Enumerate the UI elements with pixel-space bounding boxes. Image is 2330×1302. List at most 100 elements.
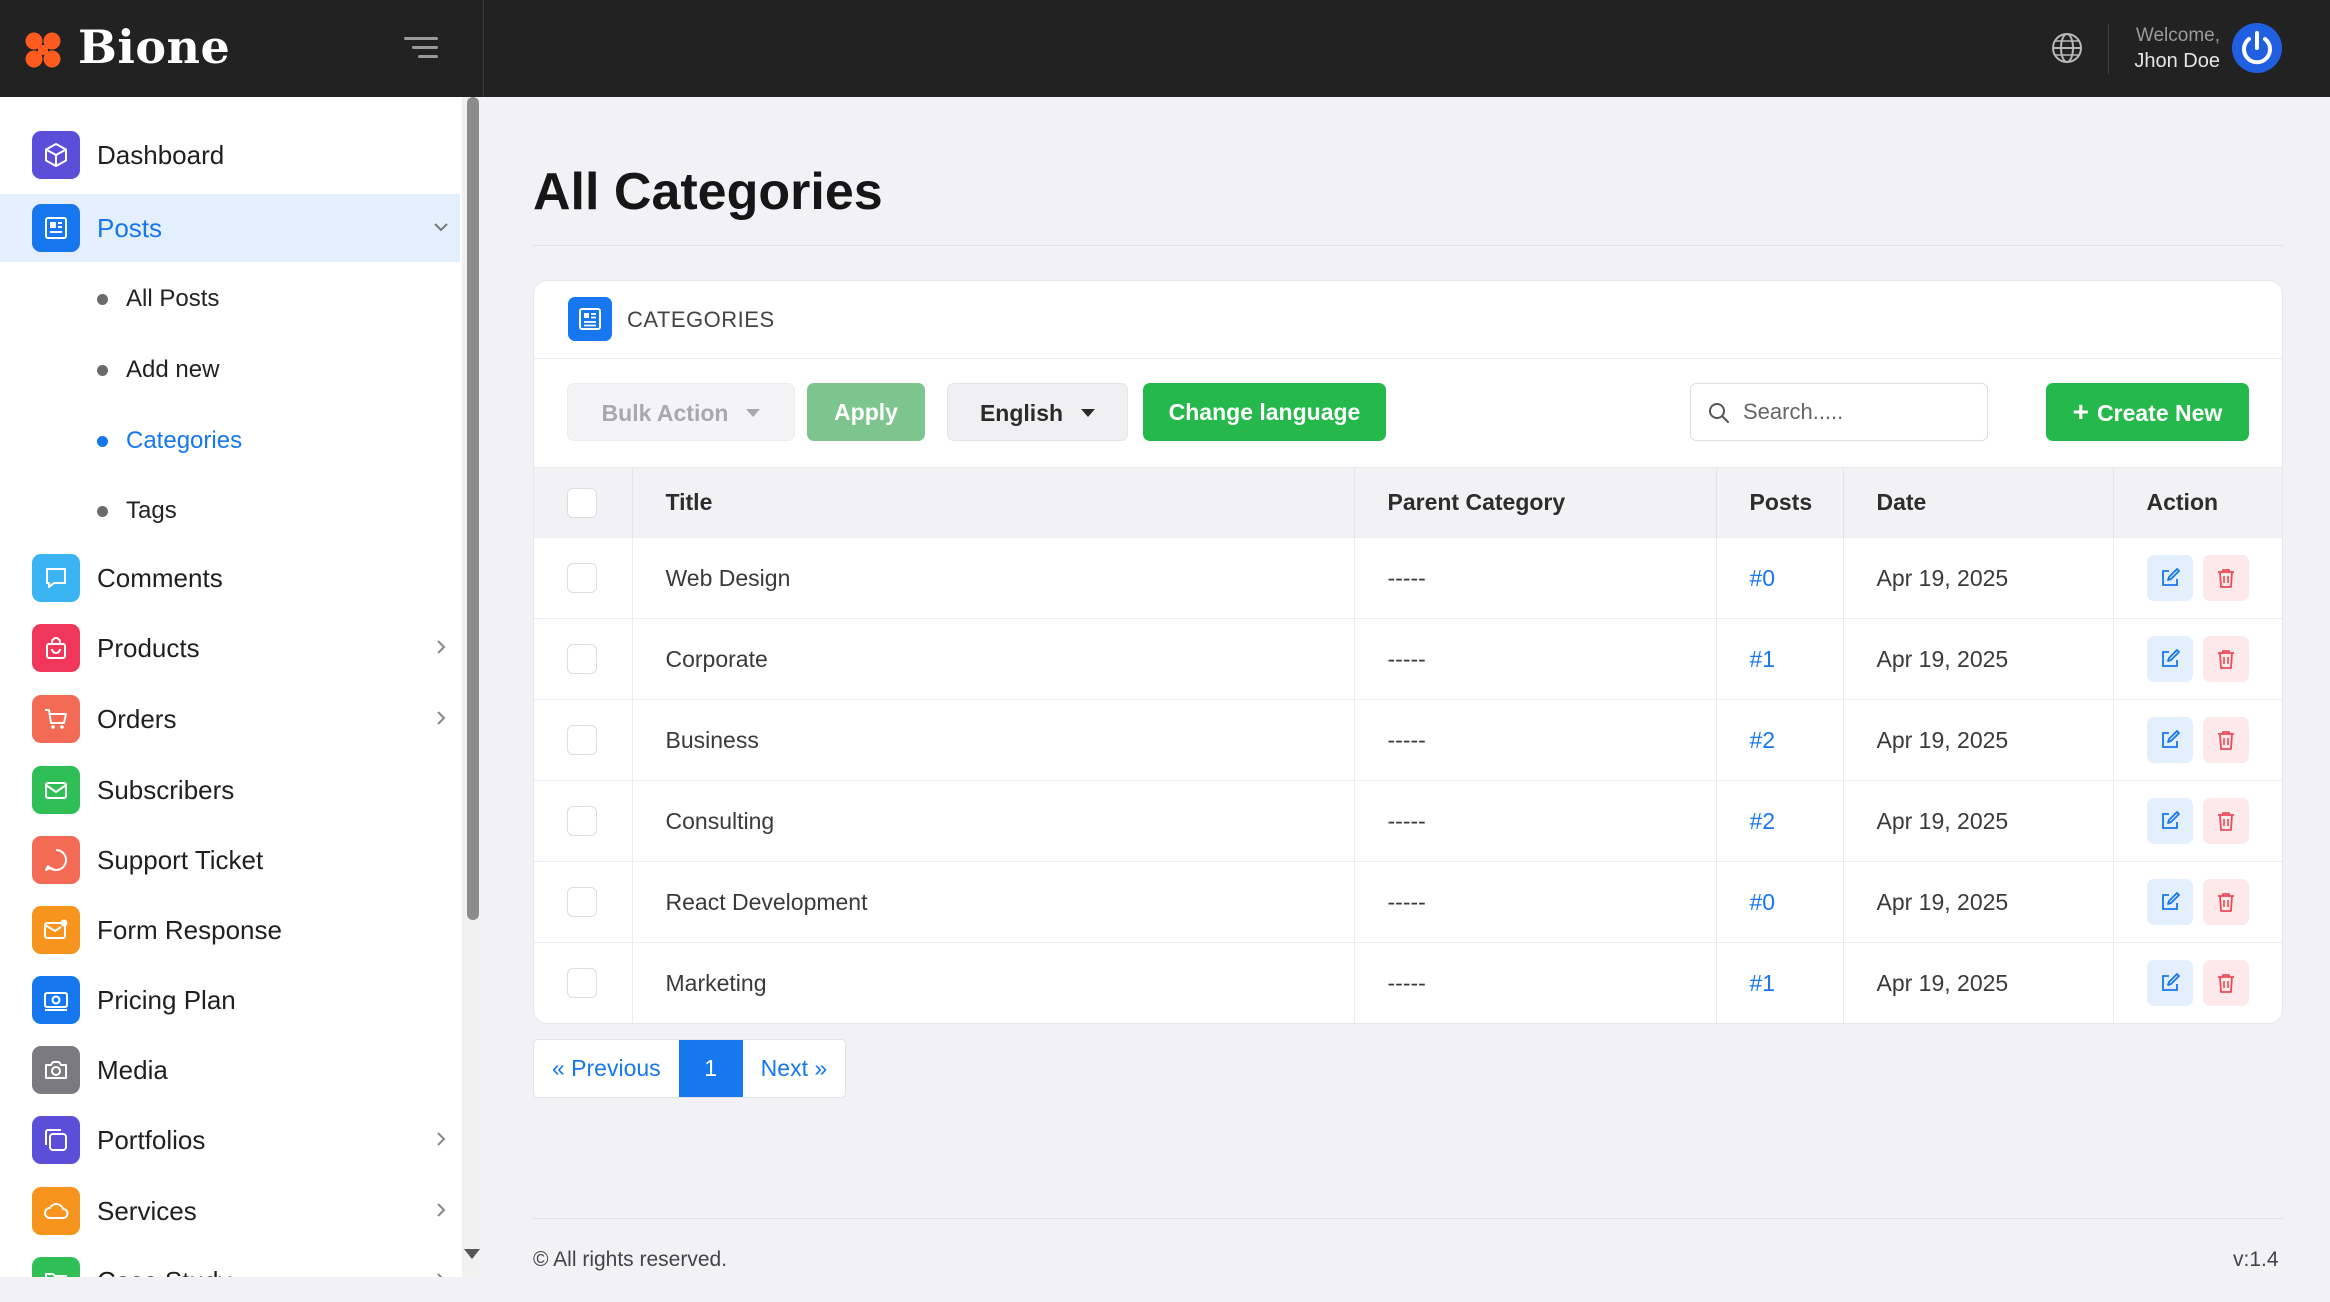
chat-bubble-icon — [32, 554, 80, 602]
sidebar-subitem-label: Categories — [126, 427, 243, 454]
sidebar-item-label: Services — [97, 1196, 197, 1226]
delete-button[interactable] — [2202, 636, 2249, 682]
card-header: CATEGORIES — [534, 281, 2282, 359]
language-label: English — [979, 400, 1064, 426]
row-actions — [2113, 618, 2282, 700]
sidebar-item-case-study[interactable]: Case Study — [0, 1247, 460, 1277]
sidebar-subitem-add-new[interactable]: Add new — [0, 344, 460, 394]
power-icon — [2242, 31, 2272, 65]
sidebar-subitem-categories[interactable]: Categories — [0, 415, 460, 465]
table-row: Web Design ----- #0 Apr 19, 2025 — [534, 537, 2282, 619]
next-page-link[interactable]: Next » — [743, 1040, 845, 1097]
parent-category: ----- — [1354, 699, 1717, 781]
divider — [533, 245, 2283, 246]
sidebar-item-products[interactable]: Products — [0, 614, 460, 682]
footer-divider — [533, 1218, 2283, 1219]
select-all-checkbox[interactable] — [567, 487, 597, 518]
mail-notification-icon — [32, 906, 80, 954]
row-checkbox[interactable] — [567, 806, 597, 836]
scroll-down-arrow-icon[interactable] — [464, 1249, 480, 1259]
globe-icon[interactable] — [2050, 31, 2084, 65]
previous-page-link[interactable]: « Previous — [534, 1040, 679, 1097]
delete-button[interactable] — [2202, 798, 2249, 844]
category-date: Apr 19, 2025 — [1843, 699, 2114, 781]
avatar[interactable] — [2232, 23, 2282, 73]
edit-button[interactable] — [2146, 555, 2193, 601]
delete-button[interactable] — [2202, 960, 2249, 1007]
category-title: Web Design — [632, 537, 1355, 619]
column-header-date[interactable]: Date — [1843, 467, 2114, 538]
column-header-parent-category[interactable]: Parent Category — [1354, 467, 1717, 538]
row-checkbox[interactable] — [567, 887, 597, 917]
create-new-button[interactable]: + Create New — [2046, 383, 2249, 441]
table-header-row: Title Parent Category Posts Date Action — [534, 467, 2282, 538]
sidebar-item-support-ticket[interactable]: Support Ticket — [0, 826, 460, 894]
change-language-button[interactable]: Change language — [1143, 383, 1386, 441]
edit-button[interactable] — [2146, 960, 2193, 1007]
sidebar-item-dashboard[interactable]: Dashboard — [0, 121, 460, 189]
page-title: All Categories — [533, 163, 883, 221]
brand-name: Bione — [78, 20, 231, 74]
posts-count-link[interactable]: #1 — [1716, 942, 1844, 1023]
sidebar-subitem-label: All Posts — [126, 285, 220, 312]
sidebar-item-orders[interactable]: Orders — [0, 685, 460, 753]
category-date: Apr 19, 2025 — [1843, 537, 2114, 619]
edit-button[interactable] — [2146, 879, 2193, 925]
sidebar-item-pricing-plan[interactable]: Pricing Plan — [0, 966, 460, 1034]
sidebar-item-comments[interactable]: Comments — [0, 544, 460, 612]
parent-category: ----- — [1354, 861, 1717, 943]
edit-button[interactable] — [2146, 636, 2193, 682]
row-checkbox[interactable] — [567, 644, 597, 674]
row-checkbox[interactable] — [567, 725, 597, 755]
row-select-cell — [534, 780, 633, 862]
row-select-cell — [534, 537, 633, 619]
card-title: CATEGORIES — [627, 307, 775, 332]
menu-toggle-icon[interactable] — [404, 34, 440, 62]
edit-icon — [2161, 730, 2180, 748]
sidebar-item-services[interactable]: Services — [0, 1177, 460, 1245]
header-divider — [2108, 24, 2109, 74]
sidebar-item-portfolios[interactable]: Portfolios — [0, 1106, 460, 1174]
row-checkbox[interactable] — [567, 968, 597, 999]
delete-button[interactable] — [2202, 555, 2249, 601]
sidebar-subitem-tags[interactable]: Tags — [0, 485, 460, 535]
bulk-action-select[interactable]: Bulk Action — [567, 383, 795, 441]
column-header-posts[interactable]: Posts — [1716, 467, 1844, 538]
row-actions — [2113, 942, 2282, 1023]
user-greeting[interactable]: Welcome, Jhon Doe — [2128, 24, 2220, 74]
current-page[interactable]: 1 — [678, 1040, 743, 1097]
posts-count-link[interactable]: #0 — [1716, 537, 1844, 619]
search-box[interactable] — [1690, 383, 1988, 441]
row-checkbox[interactable] — [567, 563, 597, 593]
edit-icon — [2161, 568, 2180, 586]
sidebar-item-label: Posts — [97, 213, 163, 243]
newspaper-icon — [568, 297, 612, 341]
delete-button[interactable] — [2202, 879, 2249, 925]
sidebar-subitem-all-posts[interactable]: All Posts — [0, 273, 460, 323]
language-select[interactable]: English — [947, 383, 1128, 441]
trash-icon — [2217, 731, 2234, 750]
support-chat-icon — [32, 836, 80, 884]
folder-icon — [32, 1257, 80, 1277]
user-name: Jhon Doe — [2134, 50, 2220, 72]
chevron-down-icon — [434, 223, 448, 232]
column-header-title[interactable]: Title — [632, 467, 1355, 538]
category-date: Apr 19, 2025 — [1843, 618, 2114, 700]
delete-button[interactable] — [2202, 717, 2249, 763]
sidebar-scrollbar-thumb[interactable] — [467, 97, 479, 920]
category-title: Corporate — [632, 618, 1355, 700]
posts-count-link[interactable]: #2 — [1716, 780, 1844, 862]
sidebar-item-form-response[interactable]: Form Response — [0, 896, 460, 964]
sidebar-item-posts[interactable]: Posts — [0, 194, 460, 262]
search-input[interactable] — [1743, 392, 1979, 432]
posts-count-link[interactable]: #1 — [1716, 618, 1844, 700]
posts-count-link[interactable]: #2 — [1716, 699, 1844, 781]
edit-button[interactable] — [2146, 717, 2193, 763]
newspaper-icon — [32, 204, 80, 252]
sidebar-item-subscribers[interactable]: Subscribers — [0, 756, 460, 824]
sidebar-item-media[interactable]: Media — [0, 1036, 460, 1104]
posts-count-link[interactable]: #0 — [1716, 861, 1844, 943]
apply-button[interactable]: Apply — [807, 383, 925, 441]
trash-icon — [2217, 569, 2234, 588]
edit-button[interactable] — [2146, 798, 2193, 844]
